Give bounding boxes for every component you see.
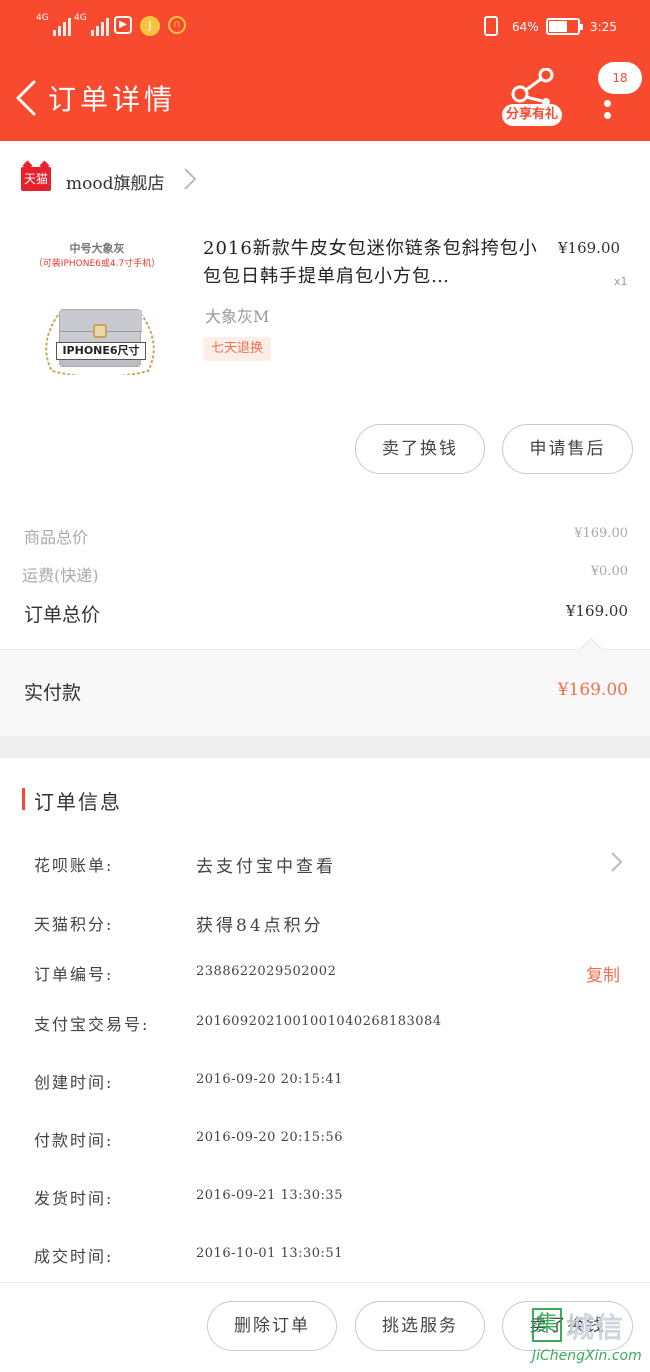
battery-percent: 64% — [512, 20, 539, 34]
created-time-label: 创建时间: — [34, 1073, 114, 1092]
product-item[interactable]: 中号大象灰 （可装IPHONE6或4.7寸手机） IPHONE6尺寸 2016新… — [0, 219, 650, 399]
vibrate-icon — [484, 16, 498, 36]
huabei-label: 花呗账单: — [34, 856, 114, 875]
signal-icon: 4G — [74, 14, 109, 36]
order-number-label: 订单编号: — [34, 965, 114, 984]
goods-total-label: 商品总价 — [24, 528, 89, 547]
completed-time-value: 2016-10-01 13:30:51 — [196, 1246, 343, 1261]
select-service-button[interactable]: 挑选服务 — [355, 1301, 485, 1351]
watermark-logo-icon: 集 — [532, 1308, 562, 1342]
return-policy-tag: 七天退换 — [203, 337, 272, 361]
shipped-time-label: 发货时间: — [34, 1189, 114, 1208]
share-label: 分享有礼 — [502, 104, 562, 126]
goods-total-value: ¥169.00 — [574, 526, 628, 541]
image-caption-sub: （可装IPHONE6或4.7寸手机） — [33, 259, 161, 269]
watermark-url: JiChengXin.com — [532, 1348, 642, 1364]
product-quantity: x1 — [614, 275, 628, 288]
product-sku: 大象灰M — [205, 307, 270, 326]
order-number-row: 订单编号: 2388622029502002 复制 — [0, 961, 650, 991]
completed-time-row: 成交时间: 2016-10-01 13:30:51 — [0, 1243, 650, 1273]
order-total-value: ¥169.00 — [565, 602, 628, 620]
product-title: 2016新款牛皮女包迷你链条包斜挎包小包包日韩手提单肩包小方包… — [203, 238, 538, 287]
clock: 3:25 — [590, 20, 617, 34]
shipped-time-row: 发货时间: 2016-09-21 13:30:35 — [0, 1185, 650, 1215]
bag-graphic: IPHONE6尺寸 — [56, 309, 146, 367]
message-count-badge: 18 — [598, 62, 642, 94]
actual-paid-row: 实付款 ¥169.00 — [0, 637, 650, 736]
paid-label: 实付款 — [24, 682, 82, 704]
signal-icon: 4G — [36, 14, 71, 36]
alipay-number-row: 支付宝交易号: 2016092021001001040268183084 — [0, 1011, 650, 1041]
huabei-row[interactable]: 花呗账单: 去支付宝中查看 — [0, 852, 650, 882]
points-value: 获得84点积分 — [196, 916, 324, 936]
tmall-logo: 天猫 — [21, 167, 51, 191]
shop-name: mood旗舰店 — [66, 174, 165, 194]
header: 4G 4G ▶ J ∩ 64% 3:25 订单详情 分享有礼 18 — [0, 0, 650, 141]
page-title: 订单详情 — [48, 83, 177, 116]
paid-value: ¥169.00 — [557, 680, 628, 700]
section-title: 订单信息 — [34, 790, 122, 814]
video-app-icon: ▶ — [114, 16, 132, 34]
image-box-label: IPHONE6尺寸 — [56, 342, 146, 360]
after-sale-button[interactable]: 申请售后 — [502, 424, 633, 474]
headset-icon: ∩ — [168, 16, 186, 34]
created-time-value: 2016-09-20 20:15:41 — [196, 1072, 343, 1087]
huabei-value: 去支付宝中查看 — [196, 857, 336, 877]
product-image[interactable]: 中号大象灰 （可装IPHONE6或4.7寸手机） IPHONE6尺寸 — [22, 237, 182, 397]
order-info: 订单信息 花呗账单: 去支付宝中查看 天猫积分: 获得84点积分 订单编号: 2… — [0, 758, 650, 1282]
more-menu-button[interactable]: 18 — [596, 62, 642, 132]
alipay-number-value: 2016092021001001040268183084 — [196, 1014, 442, 1029]
order-number-value: 2388622029502002 — [196, 964, 337, 979]
nav-bar: 订单详情 分享有礼 18 — [0, 56, 650, 141]
more-dot-icon — [604, 100, 611, 107]
share-button[interactable]: 分享有礼 — [500, 67, 564, 130]
status-bar: 4G 4G ▶ J ∩ 64% 3:25 — [0, 0, 650, 56]
order-total-label: 订单总价 — [24, 604, 101, 626]
resell-button[interactable]: 卖了换钱 — [355, 424, 485, 474]
created-time-row: 创建时间: 2016-09-20 20:15:41 — [0, 1069, 650, 1099]
shipped-time-value: 2016-09-21 13:30:35 — [196, 1188, 343, 1203]
delete-order-button[interactable]: 删除订单 — [207, 1301, 337, 1351]
image-caption: 中号大象灰 — [69, 242, 125, 255]
copy-button[interactable]: 复制 — [586, 961, 620, 986]
completed-time-label: 成交时间: — [34, 1247, 114, 1266]
more-dot-icon — [604, 112, 611, 119]
product-price: ¥169.00 — [558, 239, 621, 257]
points-label: 天猫积分: — [34, 915, 114, 934]
network-type-label: 4G — [74, 13, 87, 23]
share-icon — [511, 67, 554, 106]
chevron-right-icon — [184, 168, 197, 190]
back-arrow-icon[interactable] — [12, 78, 40, 118]
alipay-number-label: 支付宝交易号: — [34, 1015, 150, 1034]
app-notification-icon: J — [140, 16, 160, 36]
section-divider — [0, 736, 650, 758]
shop-row[interactable]: 天猫 mood旗舰店 — [0, 141, 650, 219]
watermark: 集 城信 JiChengXin.com — [532, 1306, 650, 1372]
shipping-label: 运费(快递) — [22, 566, 99, 585]
payment-time-row: 付款时间: 2016-09-20 20:15:56 — [0, 1127, 650, 1157]
battery-icon — [546, 18, 583, 35]
watermark-brand: 城信 — [566, 1311, 625, 1344]
network-type-label: 4G — [36, 13, 49, 23]
shipping-value: ¥0.00 — [590, 564, 628, 579]
points-row: 天猫积分: 获得84点积分 — [0, 911, 650, 941]
payment-time-label: 付款时间: — [34, 1131, 114, 1150]
payment-time-value: 2016-09-20 20:15:56 — [196, 1130, 343, 1145]
chevron-right-icon — [611, 852, 623, 872]
